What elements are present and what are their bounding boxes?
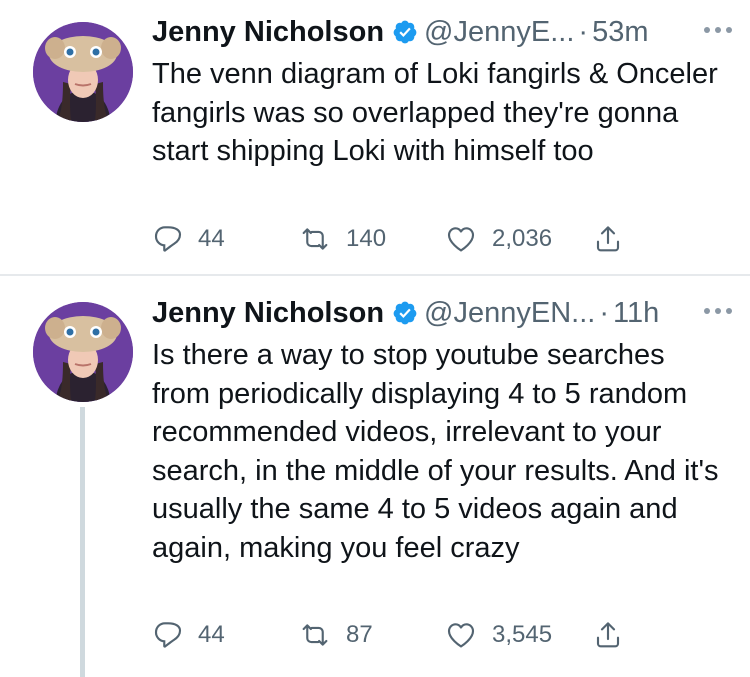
tweet-text: The venn diagram of Loki fangirls & Once… [152, 58, 718, 168]
author-handle[interactable]: @JennyE... [424, 16, 574, 49]
thread-line [80, 407, 85, 677]
avatar[interactable] [33, 22, 133, 122]
reply-button[interactable]: 44 [152, 219, 225, 259]
share-button[interactable] [592, 615, 624, 655]
share-icon [592, 223, 624, 255]
avatar-image [33, 22, 133, 122]
tweet[interactable]: Jenny Nicholson @JennyEN... · 11h Is the… [0, 276, 750, 677]
retweet-icon [298, 619, 332, 651]
reply-count: 44 [198, 621, 225, 648]
timestamp[interactable]: 11h [613, 297, 659, 330]
retweet-button[interactable]: 140 [298, 219, 386, 259]
more-options-icon[interactable] [704, 295, 732, 327]
verified-badge-icon [392, 300, 418, 326]
avatar-image [33, 302, 133, 402]
more-options-icon[interactable] [704, 14, 732, 46]
share-button[interactable] [592, 219, 624, 259]
tweet-actions: 44 140 2,036 [152, 219, 652, 259]
like-count: 3,545 [492, 621, 553, 648]
avatar[interactable] [33, 302, 133, 402]
like-button[interactable]: 2,036 [444, 219, 552, 259]
reply-button[interactable]: 44 [152, 615, 225, 655]
reply-icon [152, 619, 184, 651]
reply-count: 44 [198, 225, 225, 252]
share-icon [592, 619, 624, 651]
separator: · [599, 296, 609, 329]
tweet-header: Jenny Nicholson @JennyE... · 53m [152, 12, 732, 52]
reply-icon [152, 223, 184, 255]
heart-icon [444, 223, 478, 255]
author-name[interactable]: Jenny Nicholson [152, 16, 384, 49]
tweet-text: Is there a way to stop youtube searches … [152, 339, 719, 564]
like-button[interactable]: 3,545 [444, 615, 552, 655]
retweet-icon [298, 223, 332, 255]
tweet[interactable]: Jenny Nicholson @JennyE... · 53m The ven… [0, 0, 750, 274]
retweet-button[interactable]: 87 [298, 615, 373, 655]
timestamp[interactable]: 53m [592, 16, 648, 49]
retweet-count: 140 [346, 225, 387, 252]
separator: · [578, 15, 589, 48]
tweet-actions: 44 87 3,545 [152, 615, 652, 655]
author-handle[interactable]: @JennyEN... [424, 297, 595, 330]
author-name[interactable]: Jenny Nicholson [152, 297, 384, 330]
verified-badge-icon [392, 19, 418, 45]
heart-icon [444, 619, 478, 651]
tweet-header: Jenny Nicholson @JennyEN... · 11h [152, 293, 732, 333]
like-count: 2,036 [492, 225, 553, 252]
retweet-count: 87 [346, 621, 373, 648]
